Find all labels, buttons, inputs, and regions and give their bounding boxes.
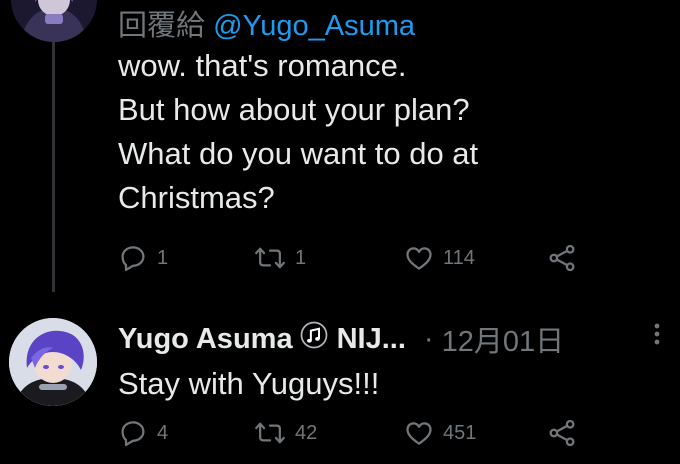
reply-count: 4 xyxy=(157,421,169,444)
retweet-button[interactable]: 1 xyxy=(254,243,306,273)
meta-separator: · xyxy=(423,322,434,355)
music-note-badge-icon xyxy=(299,320,329,358)
share-button[interactable] xyxy=(546,418,578,448)
reply-to-handle-link[interactable]: @Yugo_Asuma xyxy=(213,10,415,42)
avatar[interactable] xyxy=(9,318,97,406)
reply-to-line: 回覆給 @Yugo_Asuma xyxy=(118,2,415,44)
author-display-name[interactable]: Yugo Asuma xyxy=(118,323,293,356)
share-button[interactable] xyxy=(546,243,578,273)
retweet-icon xyxy=(255,247,285,269)
retweet-icon xyxy=(255,422,285,444)
tweet-action-bar: 4 42 451 xyxy=(118,418,588,452)
vertical-ellipsis-icon xyxy=(654,323,660,345)
share-icon xyxy=(549,244,575,272)
like-count: 114 xyxy=(443,246,475,269)
tweet-action-bar: 1 1 114 xyxy=(118,243,588,277)
avatar-image xyxy=(9,318,97,406)
thread-connector-line xyxy=(52,30,55,292)
avatar[interactable] xyxy=(11,0,97,42)
tweet-text-line: But how about your plan? xyxy=(118,92,470,127)
more-options-button[interactable] xyxy=(650,321,664,356)
reply-icon xyxy=(121,421,145,446)
reply-icon xyxy=(121,246,145,271)
like-count: 451 xyxy=(443,421,477,444)
avatar-image xyxy=(11,0,97,42)
reply-count: 1 xyxy=(157,246,169,269)
heart-icon xyxy=(406,247,432,270)
heart-icon xyxy=(406,422,432,445)
tweet-text: Stay with Yuguys!!! xyxy=(118,366,380,401)
share-icon xyxy=(549,419,575,447)
reply-button[interactable]: 1 xyxy=(118,243,168,273)
reply-to-prefix: 回覆給 xyxy=(118,10,206,42)
retweet-count: 42 xyxy=(295,421,318,444)
like-button[interactable]: 114 xyxy=(404,243,475,273)
tweet-text-line: Christmas? xyxy=(118,180,275,215)
tweet-author-line: Yugo Asuma NIJ... · 12月01日 xyxy=(118,317,564,361)
retweet-button[interactable]: 42 xyxy=(254,418,317,448)
tweet-text: wow. that's romance. But how about your … xyxy=(118,44,658,220)
tweet-text-line: wow. that's romance. xyxy=(118,48,407,83)
tweet-date[interactable]: 12月01日 xyxy=(442,318,565,360)
author-display-name-suffix[interactable]: NIJ... xyxy=(337,323,406,356)
retweet-count: 1 xyxy=(295,246,307,269)
like-button[interactable]: 451 xyxy=(404,418,476,448)
reply-button[interactable]: 4 xyxy=(118,418,168,448)
tweet-text-line: What do you want to do at xyxy=(118,136,479,171)
